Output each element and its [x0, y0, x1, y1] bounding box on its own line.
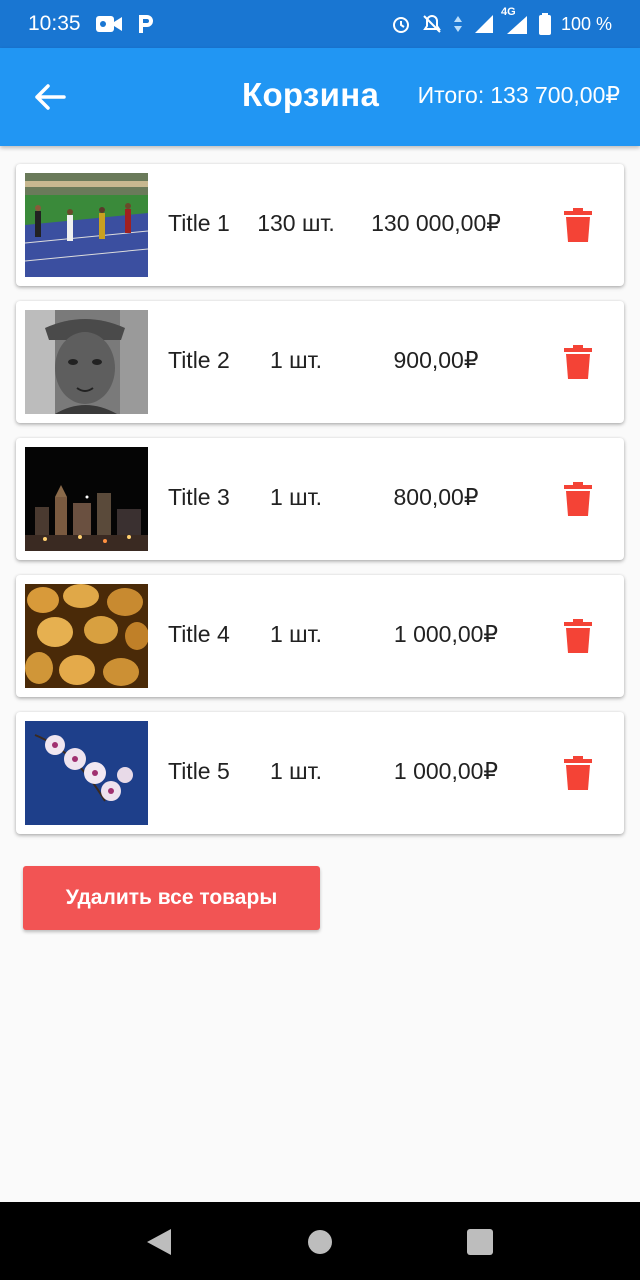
- battery-icon: [538, 13, 551, 35]
- nav-recents-icon: [467, 1229, 493, 1255]
- item-title: Title 3: [168, 484, 230, 510]
- orchid-flowers-photo: [25, 721, 148, 825]
- cart-item[interactable]: Title 3 1 шт. 800,00₽: [16, 438, 624, 560]
- item-price: 1 000,00₽: [393, 621, 499, 647]
- delete-all-button[interactable]: Удалить все товары: [23, 866, 320, 930]
- item-price: 1 000,00₽: [393, 758, 499, 784]
- cart-total-label: Итого:: [417, 82, 485, 108]
- delete-item-button[interactable]: [564, 208, 592, 242]
- status-bar: 10:35 4G 100 %: [0, 0, 640, 48]
- cart-item[interactable]: Title 5 1 шт. 1 000,00₽: [16, 712, 624, 834]
- network-type: 4G: [500, 6, 516, 18]
- item-title: Title 1: [168, 210, 230, 236]
- delete-item-button[interactable]: [564, 619, 592, 653]
- battery-level: 100 %: [560, 13, 612, 34]
- page-title: Корзина: [242, 76, 380, 113]
- delete-item-button[interactable]: [564, 482, 592, 516]
- trash-icon: [564, 208, 592, 242]
- nav-home-button[interactable]: [304, 1226, 336, 1258]
- app-bar: Корзина Итого: 133 700,00₽: [0, 48, 640, 146]
- nav-back-button[interactable]: [143, 1226, 175, 1258]
- cart-item[interactable]: Title 2 1 шт. 900,00₽: [16, 301, 624, 423]
- old-man-portrait-photo: [25, 310, 148, 414]
- item-quantity: 1 шт.: [269, 347, 322, 373]
- item-title: Title 4: [168, 621, 230, 647]
- item-title: Title 5: [168, 758, 230, 784]
- nav-recents-button[interactable]: [464, 1226, 496, 1258]
- item-quantity: 1 шт.: [269, 758, 322, 784]
- nav-back-icon: [147, 1229, 171, 1255]
- video-camera-icon: [95, 14, 123, 34]
- parking-app-icon: [137, 13, 155, 35]
- item-quantity: 1 шт.: [269, 484, 322, 510]
- cart-total: Итого: 133 700,00₽: [418, 82, 620, 109]
- trash-icon: [564, 345, 592, 379]
- status-time: 10:35: [28, 12, 81, 35]
- delete-item-button[interactable]: [564, 756, 592, 790]
- nav-home-icon: [308, 1230, 332, 1254]
- cart-item[interactable]: Title 4 1 шт. 1 000,00₽: [16, 575, 624, 697]
- status-left: 10:35: [28, 12, 155, 36]
- night-city-photo: [25, 447, 148, 551]
- cart-list: Title 1 130 шт. 130 000,00₽ Title 2 1 шт…: [16, 164, 624, 849]
- item-quantity: 130 шт.: [257, 210, 335, 236]
- data-arrows-icon: [453, 14, 463, 34]
- signal-4g-icon: 4G: [501, 6, 529, 36]
- item-quantity: 1 шт.: [269, 621, 322, 647]
- item-title: Title 2: [168, 347, 230, 373]
- item-price: 130 000,00₽: [371, 210, 501, 236]
- cart-item[interactable]: Title 1 130 шт. 130 000,00₽: [16, 164, 624, 286]
- status-right: 4G 100 %: [391, 6, 612, 36]
- arrow-back-icon: [35, 84, 66, 110]
- delete-item-button[interactable]: [564, 345, 592, 379]
- system-nav-bar: [0, 1202, 640, 1280]
- trash-icon: [564, 619, 592, 653]
- item-price: 900,00₽: [393, 347, 479, 373]
- notifications-off-icon: [421, 13, 443, 35]
- item-price: 800,00₽: [393, 484, 479, 510]
- alarm-icon: [391, 14, 411, 34]
- signal-icon: [473, 13, 495, 35]
- nuts-photo: [25, 584, 148, 688]
- cart-total-value: 133 700,00₽: [490, 82, 620, 108]
- back-button[interactable]: [30, 80, 70, 114]
- trash-icon: [564, 756, 592, 790]
- track-runners-photo: [25, 173, 148, 277]
- trash-icon: [564, 482, 592, 516]
